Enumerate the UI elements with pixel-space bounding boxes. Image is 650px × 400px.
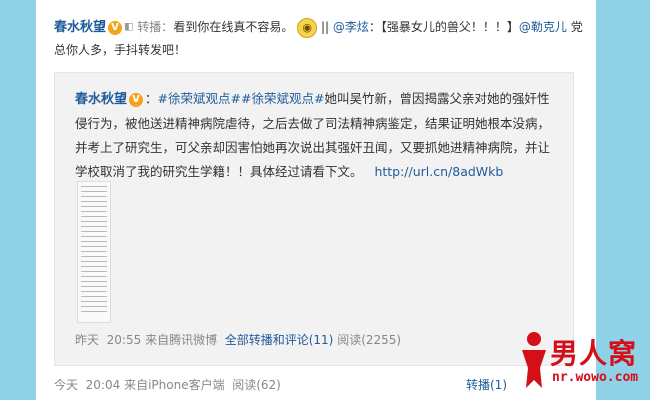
hashtag-link[interactable]: #徐荣斌观点# — [241, 91, 324, 106]
post-views-count: 阅读(62) — [232, 378, 281, 392]
shock-emoji-icon: ◉ — [297, 17, 318, 38]
mention-quote-text: ：【强暴女儿的兽父！！！】 — [368, 20, 519, 34]
original-post-box: 春水秋望 V ：#徐荣斌观点##徐荣斌观点#她叫吴竹新，曾因揭露父亲对她的强奸性侵行… — [54, 72, 574, 366]
person-mark-icon — [522, 332, 546, 388]
mention-le-ke-er-link[interactable]: @勒克儿 — [519, 20, 567, 34]
watermark-url: nr.wowo.com — [552, 370, 639, 385]
verified-badge-icon: V — [129, 92, 144, 107]
separator-text: || — [317, 20, 333, 34]
post-time-day[interactable]: 今天 — [54, 378, 78, 392]
all-reposts-comments-link[interactable]: 全部转播和评论(11) — [225, 333, 334, 347]
repost-text: 看到你在线真不容易。 — [173, 20, 294, 34]
repost-label: 转播： — [137, 20, 174, 34]
original-post-footer: 昨天 20:55 来自腾讯微博 全部转播和评论(11) 阅读(2255) — [75, 331, 555, 348]
hashtag-link[interactable]: #徐荣斌观点# — [158, 91, 241, 106]
status-icon: ◧ — [124, 21, 134, 33]
original-post-text: 春水秋望 V ：#徐荣斌观点##徐荣斌观点#她叫吴竹新，曾因揭露父亲对她的强奸性侵行… — [75, 87, 555, 184]
original-author-link[interactable]: 春水秋望 — [75, 92, 127, 107]
verified-badge-icon: V — [108, 20, 123, 35]
site-watermark-logo: 男人窝 nr.wowo.com — [506, 330, 646, 396]
left-background-strip — [0, 0, 36, 400]
original-time-clock[interactable]: 20:55 — [107, 333, 142, 347]
repost-content: 春水秋望 V ◧ 转播：看到你在线真不容易。 ◉ || @李炫：【强暴女儿的兽父！！… — [54, 16, 584, 61]
short-url-link[interactable]: http://url.cn/8adWkb — [374, 164, 503, 179]
post-author-link[interactable]: 春水秋望 — [54, 20, 106, 35]
repost-button[interactable]: 转播(1) — [466, 376, 507, 393]
watermark-title: 男人窝 — [550, 337, 638, 370]
original-source: 来自腾讯微博 — [145, 333, 218, 347]
original-views-count: 阅读(2255) — [337, 333, 402, 347]
post-source: 来自iPhone客户端 — [124, 378, 225, 392]
attached-image-thumbnail[interactable] — [77, 181, 111, 323]
mention-li-xuan-link[interactable]: @李炫 — [333, 20, 369, 34]
original-time-day[interactable]: 昨天 — [75, 333, 99, 347]
original-sep: ： — [145, 91, 158, 106]
post-time-clock[interactable]: 20:04 — [86, 378, 121, 392]
